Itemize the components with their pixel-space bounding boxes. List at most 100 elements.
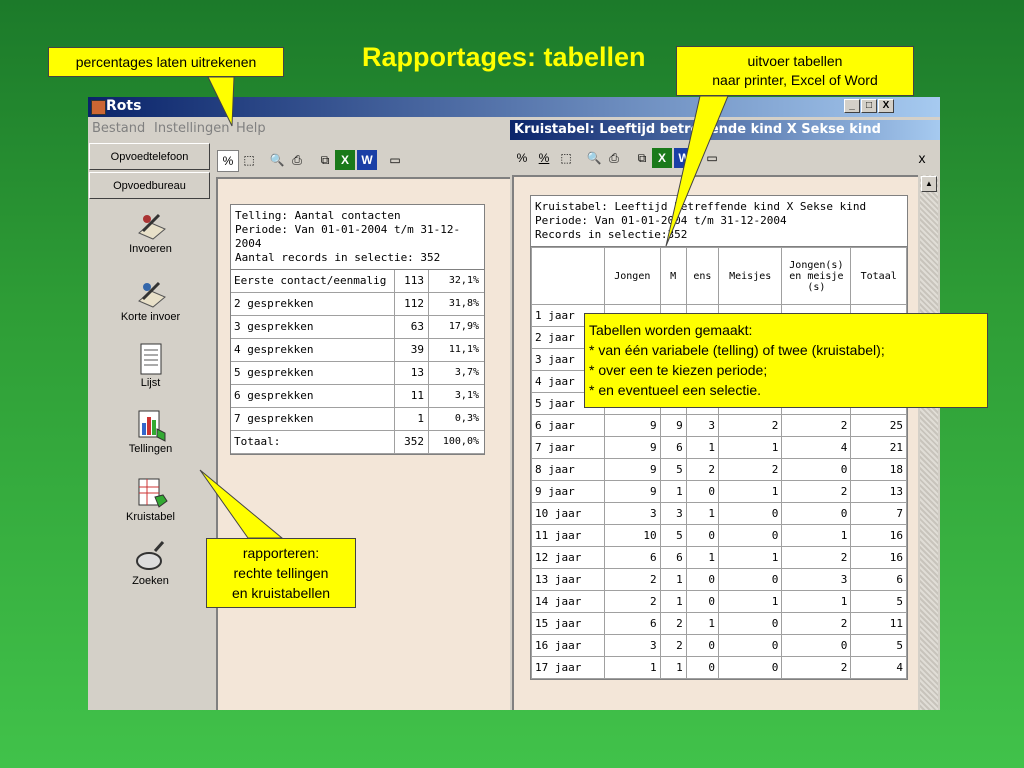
kruistabel-cell: 9 — [604, 414, 661, 437]
telling-percent: 11,1% — [448, 344, 479, 355]
excel-icon[interactable]: X — [335, 150, 355, 170]
kruistabel-cell: 17 jaar — [531, 656, 605, 679]
kruistabel-cell: 4 — [850, 656, 907, 679]
callout-percentages: percentages laten uitrekenen — [48, 47, 284, 77]
table-row: 12 jaar 6 6 1 1 2 16 — [531, 546, 907, 569]
telling-count: 352 — [395, 431, 429, 453]
nav-korte-invoer[interactable]: Korte invoer — [88, 275, 213, 323]
main-toolbar: % ⬚ 🔍 ⎙ ⧉ X W ▭ — [215, 146, 515, 174]
telling-label: Eerste contact/eenmalig — [231, 270, 395, 292]
table-row: 10 jaar 3 3 1 0 0 7 — [531, 502, 907, 525]
opvoedtelefoon-button[interactable]: Opvoedtelefoon — [89, 143, 210, 170]
close-button[interactable]: X — [878, 99, 894, 113]
telling-row: Eerste contact/eenmalig 113 32,1% — [231, 270, 484, 293]
kruistabel-cell: 7 jaar — [531, 436, 605, 459]
kruistabel-cell: 0 — [717, 634, 783, 657]
nav-tellingen[interactable]: Tellingen — [88, 407, 213, 455]
frame-icon[interactable]: ⬚ — [556, 148, 576, 168]
menu-help[interactable]: Help — [236, 121, 266, 136]
scroll-up-arrow-icon[interactable]: ▲ — [921, 176, 937, 192]
kruistabel-cell: 6 — [659, 436, 687, 459]
kruistabel-cell: 0 — [685, 480, 720, 503]
menu-bestand[interactable]: Bestand — [92, 121, 145, 136]
telling-title: Telling: Aantal contacten — [235, 209, 401, 222]
kruistabel-column-header: Jongen(s) en meisje (s) — [781, 247, 852, 305]
kruistabel-cell: 3 — [604, 634, 661, 657]
table-row: 16 jaar 3 2 0 0 0 5 — [531, 634, 907, 657]
maximize-button[interactable]: □ — [861, 99, 877, 113]
kruistabel-cell: 12 jaar — [531, 546, 605, 569]
copy-icon[interactable]: ⧉ — [632, 148, 652, 168]
kruistabel-cell: 6 — [604, 612, 661, 635]
copy-icon[interactable]: ⧉ — [315, 150, 335, 170]
telling-row: 7 gesprekken 1 0,3% — [231, 408, 484, 431]
kruistabel-cell: 0 — [717, 502, 783, 525]
callout-export-line1: uitvoer tabellen — [747, 53, 843, 69]
excel-icon[interactable]: X — [652, 148, 672, 168]
screen-icon[interactable]: ▭ — [702, 148, 722, 168]
kruistabel-cell: 3 — [604, 502, 661, 525]
kruistabel-window-title: Kruistabel: Leeftijd betreffende kind X … — [514, 122, 881, 137]
kruistabel-column-header: ens — [685, 247, 720, 305]
kruistabel-cell: 9 — [659, 414, 687, 437]
kruistabel-cell: 13 — [850, 480, 907, 503]
app-icon — [91, 100, 106, 115]
kruistabel-cell: 4 — [781, 436, 852, 459]
kruistabel-cell: 9 — [604, 458, 661, 481]
telling-period: Periode: Van 01-01-2004 t/m 31-12-2004 — [235, 223, 461, 250]
kruistabel-cell: 13 jaar — [531, 568, 605, 591]
callout-rapport-line1: rapporteren: — [242, 545, 320, 561]
crosstab-icon — [138, 478, 168, 508]
kruistabel-cell: 16 — [850, 524, 907, 547]
kruistabel-cell: 3 — [685, 414, 720, 437]
pencil-icon — [137, 281, 166, 308]
nav-zoeken[interactable]: Zoeken — [88, 539, 213, 587]
nav-invoeren[interactable]: Invoeren — [88, 207, 213, 255]
close-pane-button[interactable]: x — [912, 148, 932, 168]
print-preview-icon[interactable]: 🔍 — [584, 148, 604, 168]
kruistabel-cell: 1 — [717, 480, 783, 503]
kruistabel-records: Records in selectie:352 — [535, 228, 688, 241]
menu-instellingen[interactable]: Instellingen — [154, 121, 230, 136]
pencil-form-icon — [137, 213, 166, 240]
kruistabel-cell: 1 — [717, 546, 783, 569]
printer-icon[interactable]: ⎙ — [604, 148, 624, 168]
telling-label: Totaal: — [231, 431, 395, 453]
word-icon[interactable]: W — [674, 148, 694, 168]
word-icon[interactable]: W — [357, 150, 377, 170]
kruistabel-cell: 1 — [781, 524, 852, 547]
percent-button[interactable]: % — [217, 150, 239, 172]
window-title: Rots — [106, 98, 142, 114]
kruistabel-cell: 0 — [781, 458, 852, 481]
percent-col-button[interactable]: % — [534, 148, 554, 168]
minimize-button[interactable]: _ — [844, 99, 860, 113]
opvoedbureau-button[interactable]: Opvoedbureau — [89, 172, 210, 199]
kruistabel-cell: 0 — [685, 568, 720, 591]
percent-row-button[interactable]: % — [512, 148, 532, 168]
kruistabel-cell: 11 jaar — [531, 524, 605, 547]
telling-label: 5 gesprekken — [231, 362, 395, 384]
kruistabel-toolbar: % % ⬚ 🔍 ⎙ ⧉ X W ▭ x — [510, 144, 940, 170]
telling-label: 3 gesprekken — [231, 316, 395, 338]
frame-icon[interactable]: ⬚ — [239, 150, 259, 170]
kruistabel-cell: 2 — [781, 656, 852, 679]
printer-icon[interactable]: ⎙ — [287, 150, 307, 170]
kruistabel-cell: 2 — [659, 634, 687, 657]
nav-lijst[interactable]: Lijst — [88, 341, 213, 389]
vertical-scrollbar[interactable]: ▲ — [920, 175, 938, 710]
screen-icon[interactable]: ▭ — [385, 150, 405, 170]
nav-kruistabel[interactable]: Kruistabel — [88, 475, 213, 523]
kruistabel-cell: 6 — [850, 568, 907, 591]
telling-label: 2 gesprekken — [231, 293, 395, 315]
callout-rapport-line2: rechte tellingen — [233, 565, 329, 581]
callout-tabellen-line1: Tabellen worden gemaakt: — [589, 322, 753, 338]
telling-label: 6 gesprekken — [231, 385, 395, 407]
kruistabel-cell: 2 — [604, 590, 661, 613]
print-preview-icon[interactable]: 🔍 — [267, 150, 287, 170]
callout-tabellen: Tabellen worden gemaakt: * van één varia… — [584, 313, 988, 408]
nav-label: Korte invoer — [120, 311, 181, 323]
table-row: 17 jaar 1 1 0 0 2 4 — [531, 656, 907, 679]
kruistabel-cell: 2 — [781, 480, 852, 503]
table-row: 11 jaar 10 5 0 0 1 16 — [531, 524, 907, 547]
kruistabel-cell: 2 — [781, 414, 852, 437]
